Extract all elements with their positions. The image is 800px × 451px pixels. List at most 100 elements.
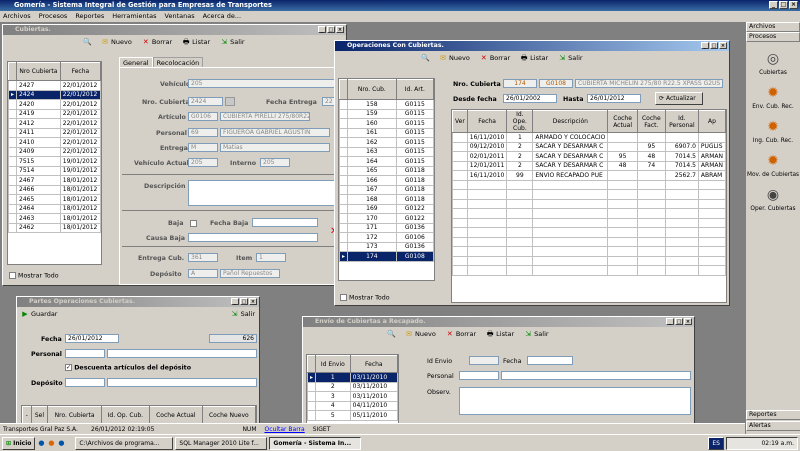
articulo-code-field[interactable]: G0106 [188, 112, 218, 121]
table-row[interactable]: 168 G0118 [339, 194, 434, 205]
menu-ventanas[interactable]: Ventanas [165, 12, 195, 21]
table-row[interactable]: 3 03/11/2010 [307, 391, 398, 402]
quicklaunch-icon[interactable]: ● [37, 439, 45, 447]
col-header[interactable]: Coche Actual [148, 406, 203, 423]
table-row[interactable]: 02/01/2011 2 SACAR Y DESARMAR C 95 48 7014.5 A… [452, 151, 726, 162]
salir-button[interactable]: ⇲ Salir [524, 330, 548, 338]
personal-code-field[interactable]: 69 [188, 128, 218, 137]
salir-button[interactable]: ⇲ Salir [558, 54, 582, 62]
close-button[interactable]: × [789, 1, 798, 9]
win-min-button[interactable]: _ [318, 26, 326, 33]
listar-button[interactable]: 🖶 Listar [486, 330, 514, 338]
fecha-date[interactable] [527, 356, 573, 365]
table-row[interactable]: 161 G0115 [339, 127, 434, 138]
observ-field[interactable] [459, 387, 691, 415]
table-row[interactable]: 160 G0115 [339, 118, 434, 129]
table-row[interactable]: 167 G0118 [339, 184, 434, 195]
col-header[interactable]: Sel [30, 406, 49, 423]
deposito-code-field[interactable] [65, 378, 105, 387]
listar-button[interactable]: 🖶 Listar [182, 38, 210, 46]
operaciones-grid[interactable]: Ver Fecha Id. Ope. Cub. Descripción Coche Ac… [451, 109, 727, 303]
nro-cubierta-field[interactable]: 174 [503, 79, 537, 88]
table-row[interactable]: 7514 19/01/2012 [8, 165, 101, 176]
quicklaunch-icon[interactable]: ● [47, 439, 55, 447]
col-header[interactable]: Id. Op. Cub. [100, 406, 150, 423]
language-indicator[interactable]: ES [708, 436, 724, 450]
table-row[interactable]: ▸ 1 03/11/2010 [307, 372, 398, 383]
table-row[interactable]: 166 G0118 [339, 175, 434, 186]
menu-reportes[interactable]: Reportes [75, 12, 104, 21]
table-row[interactable]: 2409 22/01/2012 [8, 146, 101, 157]
nro-cubierta-field[interactable]: 2424 [188, 97, 223, 106]
hasta-date[interactable]: 26/01/2012 [587, 94, 641, 103]
taskbar-item-explorer[interactable]: C:\Archivos de programa... [75, 436, 174, 450]
mostrar-todo-check[interactable]: Mostrar Todo [340, 294, 390, 302]
table-row[interactable]: 12/01/2011 2 SACAR Y DESARMAR C 48 74 7014.5 A… [452, 160, 726, 171]
listar-button[interactable]: 🖶 Listar [520, 54, 548, 62]
partes-grid[interactable]: - Sel Nro. Cubierta Id. Op. Cub. Coche Actua… [21, 405, 257, 423]
table-row[interactable]: 2467 18/01/2012 [8, 175, 101, 186]
table-row[interactable]: 2464 18/01/2012 [8, 203, 101, 214]
entrega-name-field[interactable]: Matias [220, 143, 330, 152]
personal-name-field[interactable]: FIGUEROA GABRIEL AGUSTIN [220, 128, 330, 137]
start-button[interactable]: ⊞ Inicio [2, 436, 36, 450]
side-archivos[interactable]: Archivos [746, 22, 800, 32]
descripcion-field[interactable] [188, 180, 346, 206]
col-id-envio[interactable]: Id Envio [315, 355, 351, 373]
art-code-field[interactable]: G0108 [539, 79, 573, 88]
descuenta-check[interactable]: Descuenta artículos del depósito [65, 364, 191, 372]
personal-code-field[interactable] [459, 371, 499, 380]
ocultar-barra-link[interactable]: Ocultar Barra [265, 426, 305, 433]
menu-archivos[interactable]: Archivos [3, 12, 31, 21]
search-icon[interactable]: 🔍 [387, 330, 396, 338]
table-row[interactable]: 5 05/11/2010 [307, 410, 398, 421]
col-fecha[interactable]: Fecha [59, 62, 101, 81]
nuevo-button[interactable]: ✉ Nuevo [101, 38, 132, 46]
search-icon[interactable]: 🔍 [421, 54, 430, 62]
salir-button[interactable]: ⇲ Salir [231, 310, 255, 318]
table-row[interactable]: 163 G0115 [339, 146, 434, 157]
taskbar-item-gomeria[interactable]: Gomería - Sistema In... [269, 436, 362, 450]
actualizar-button[interactable]: ⟳ Actualizar [655, 92, 703, 105]
nuevo-button[interactable]: ✉ Nuevo [405, 330, 436, 338]
table-row[interactable]: 16/11/2010 1 ARMADO Y COLOCACIO [452, 132, 726, 143]
cubiertas-grid[interactable]: Nro Cubierta Fecha 2427 22/01/2012 ▸ 2424 22/… [7, 61, 102, 265]
entrega-cub-field[interactable]: 361 [188, 253, 218, 262]
mostrar-todo-check[interactable]: Mostrar Todo [9, 272, 59, 280]
win-close-button[interactable]: × [684, 318, 692, 325]
side-item-mov-cubiertas[interactable]: ✹ Mov. de Cubiertas [746, 150, 800, 178]
side-reportes[interactable]: Reportes [746, 410, 800, 420]
table-row[interactable]: 165 G0118 [339, 165, 434, 176]
col-header[interactable]: Fecha [466, 110, 508, 133]
art-desc-field[interactable]: CUBIERTA MICHELIN 275/80 R22.5 XPASS G2U… [575, 79, 723, 88]
col-header[interactable]: Coche Actual [607, 110, 638, 133]
col-header[interactable]: Id. Ope. Cub. [506, 110, 534, 133]
win-close-button[interactable]: × [719, 42, 727, 49]
table-row[interactable]: 16/11/2010 99 ENVIO RECAPADO PUE 2562.7 ABRA… [452, 170, 726, 181]
table-row[interactable]: 173 G0136 [339, 241, 434, 252]
menu-herramientas[interactable]: Herramientas [112, 12, 156, 21]
table-row[interactable]: 164 G0115 [339, 156, 434, 167]
win-max-button[interactable]: □ [710, 42, 718, 49]
causa-baja-select[interactable] [188, 233, 318, 242]
minimize-button[interactable]: _ [769, 1, 778, 9]
fecha-date[interactable]: 26/01/2012 [65, 334, 119, 343]
vehiculo-field[interactable]: 205 [188, 79, 346, 88]
col-nro-cubierta[interactable]: Nro Cubierta [16, 62, 61, 81]
table-row[interactable]: ▸ 2424 22/01/2012 [8, 89, 101, 100]
col-header[interactable]: Id. Personal [664, 110, 699, 133]
table-row[interactable]: 2463 18/01/2012 [8, 213, 101, 224]
side-item-env-cub-rec[interactable]: ✹ Env. Cub. Rec. [746, 82, 800, 110]
operaciones-cub-grid[interactable]: Nro. Cub. Id. Art. 158 G0115 159 G0115 160 G011… [338, 78, 435, 281]
personal-select[interactable] [501, 371, 691, 380]
win-close-button[interactable]: × [336, 26, 344, 33]
table-row[interactable]: 2419 22/01/2012 [8, 108, 101, 119]
articulo-desc-field[interactable]: CUBIERTA PIRELLI 275/80R225 mc 95 [220, 112, 310, 121]
taskbar-item-sqlmanager[interactable]: SQL Manager 2010 Lite f... [175, 436, 268, 450]
table-row[interactable]: 169 G0122 [339, 203, 434, 214]
table-row[interactable]: 170 G0122 [339, 213, 434, 224]
win-min-button[interactable]: _ [231, 298, 239, 305]
nuevo-button[interactable]: ✉ Nuevo [439, 54, 470, 62]
table-row[interactable]: 172 G0106 [339, 232, 434, 243]
table-row[interactable]: 2465 18/01/2012 [8, 194, 101, 205]
